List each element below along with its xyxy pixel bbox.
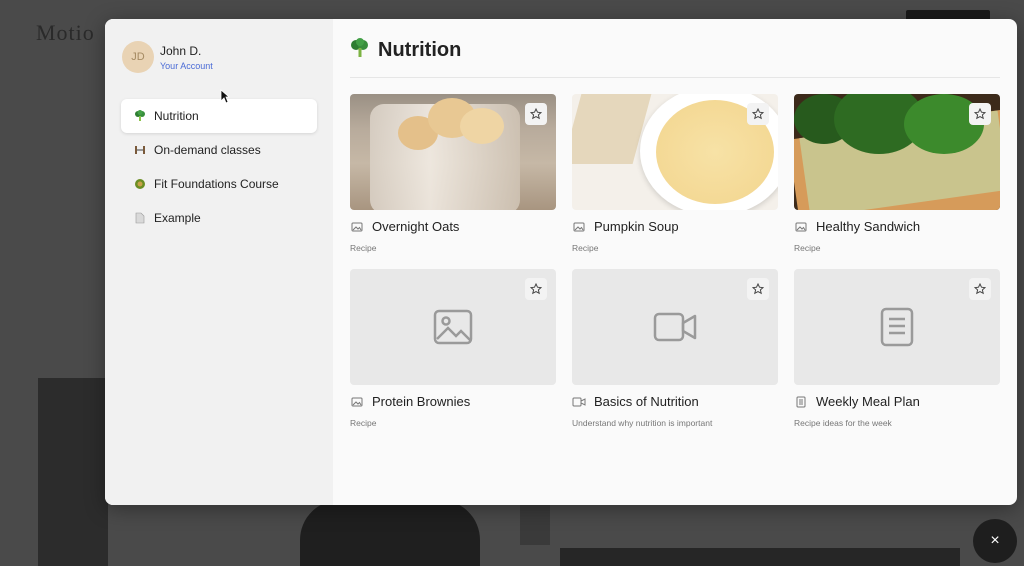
star-icon: [530, 283, 542, 295]
content-card[interactable]: Protein Brownies Recipe: [350, 269, 556, 428]
account-text: John D. Your Account: [160, 44, 213, 71]
main-panel: Nutrition Overnight Oats Recipe Pumpkin …: [333, 19, 1017, 505]
star-icon: [530, 108, 542, 120]
sidebar: JD John D. Your Account Nutrition On-dem…: [105, 19, 333, 505]
card-thumbnail[interactable]: [794, 94, 1000, 210]
card-title[interactable]: Protein Brownies: [372, 394, 470, 409]
card-thumbnail[interactable]: [350, 94, 556, 210]
close-button[interactable]: ×: [973, 519, 1017, 563]
sidebar-nav: Nutrition On-demand classes Fit Foundati…: [121, 99, 317, 235]
content-card[interactable]: Basics of Nutrition Understand why nutri…: [572, 269, 778, 428]
star-icon: [752, 283, 764, 295]
sidebar-item-fit-foundations-course[interactable]: Fit Foundations Course: [121, 167, 317, 201]
background-shape: [560, 548, 960, 566]
card-title[interactable]: Basics of Nutrition: [594, 394, 699, 409]
card-thumbnail[interactable]: [572, 94, 778, 210]
image-icon: [350, 220, 364, 234]
sidebar-item-label: Fit Foundations Course: [154, 177, 279, 191]
background-shape: [38, 378, 108, 566]
card-thumbnail[interactable]: [350, 269, 556, 385]
content-card[interactable]: Overnight Oats Recipe: [350, 94, 556, 253]
video-icon: [572, 395, 586, 409]
sidebar-item-nutrition[interactable]: Nutrition: [121, 99, 317, 133]
card-title-row: Pumpkin Soup: [572, 219, 778, 234]
card-subtitle: Recipe: [350, 418, 377, 428]
card-subtitle: Recipe: [350, 243, 377, 253]
image-icon: [794, 220, 808, 234]
close-icon: ×: [990, 532, 1000, 549]
placeholder-video-icon: [653, 312, 697, 342]
favorite-star-button[interactable]: [525, 103, 547, 125]
card-subtitle: Recipe: [794, 243, 821, 253]
mouse-cursor-icon: [220, 89, 230, 104]
star-icon: [974, 108, 986, 120]
divider: [350, 77, 1000, 78]
placeholder-document-icon: [880, 307, 914, 347]
placeholder-image-icon: [433, 309, 473, 345]
card-title[interactable]: Pumpkin Soup: [594, 219, 679, 234]
card-title-row: Protein Brownies: [350, 394, 556, 409]
account-block[interactable]: JD John D. Your Account: [122, 41, 317, 73]
dumbbell-icon: [134, 144, 146, 156]
sidebar-item-label: Nutrition: [154, 109, 199, 123]
content-card[interactable]: Healthy Sandwich Recipe: [794, 94, 1000, 253]
card-title-row: Healthy Sandwich: [794, 219, 1000, 234]
course-icon: [134, 178, 146, 190]
page-header: Nutrition: [350, 37, 1000, 63]
document-icon: [794, 395, 808, 409]
document-icon: [134, 212, 146, 224]
content-grid: Overnight Oats Recipe Pumpkin Soup Recip…: [350, 94, 1000, 428]
account-name: John D.: [160, 43, 202, 58]
image-icon: [572, 220, 586, 234]
content-card[interactable]: Pumpkin Soup Recipe: [572, 94, 778, 253]
card-subtitle: Understand why nutrition is important: [572, 418, 713, 428]
card-title[interactable]: Healthy Sandwich: [816, 219, 920, 234]
content-library-modal: JD John D. Your Account Nutrition On-dem…: [105, 19, 1017, 505]
card-subtitle: Recipe ideas for the week: [794, 418, 892, 428]
broccoli-icon: [134, 110, 146, 122]
favorite-star-button[interactable]: [969, 103, 991, 125]
card-thumbnail[interactable]: [794, 269, 1000, 385]
sidebar-item-label: On-demand classes: [154, 143, 261, 157]
card-title-row: Weekly Meal Plan: [794, 394, 1000, 409]
avatar[interactable]: JD: [122, 41, 154, 73]
card-subtitle: Recipe: [572, 243, 599, 253]
favorite-star-button[interactable]: [747, 103, 769, 125]
card-title-row: Overnight Oats: [350, 219, 556, 234]
card-title[interactable]: Weekly Meal Plan: [816, 394, 920, 409]
card-title-row: Basics of Nutrition: [572, 394, 778, 409]
page-title: Nutrition: [378, 38, 462, 61]
star-icon: [752, 108, 764, 120]
favorite-star-button[interactable]: [525, 278, 547, 300]
card-title[interactable]: Overnight Oats: [372, 219, 459, 234]
content-card[interactable]: Weekly Meal Plan Recipe ideas for the we…: [794, 269, 1000, 428]
background-shape: [520, 505, 550, 545]
account-link[interactable]: Your Account: [160, 61, 213, 71]
card-thumbnail[interactable]: [572, 269, 778, 385]
broccoli-icon: [350, 37, 370, 63]
favorite-star-button[interactable]: [747, 278, 769, 300]
background-shape: [300, 500, 480, 566]
sidebar-item-on-demand-classes[interactable]: On-demand classes: [121, 133, 317, 167]
favorite-star-button[interactable]: [969, 278, 991, 300]
image-icon: [350, 395, 364, 409]
background-logo: Motio: [36, 20, 95, 45]
sidebar-item-example[interactable]: Example: [121, 201, 317, 235]
star-icon: [974, 283, 986, 295]
sidebar-item-label: Example: [154, 211, 201, 225]
